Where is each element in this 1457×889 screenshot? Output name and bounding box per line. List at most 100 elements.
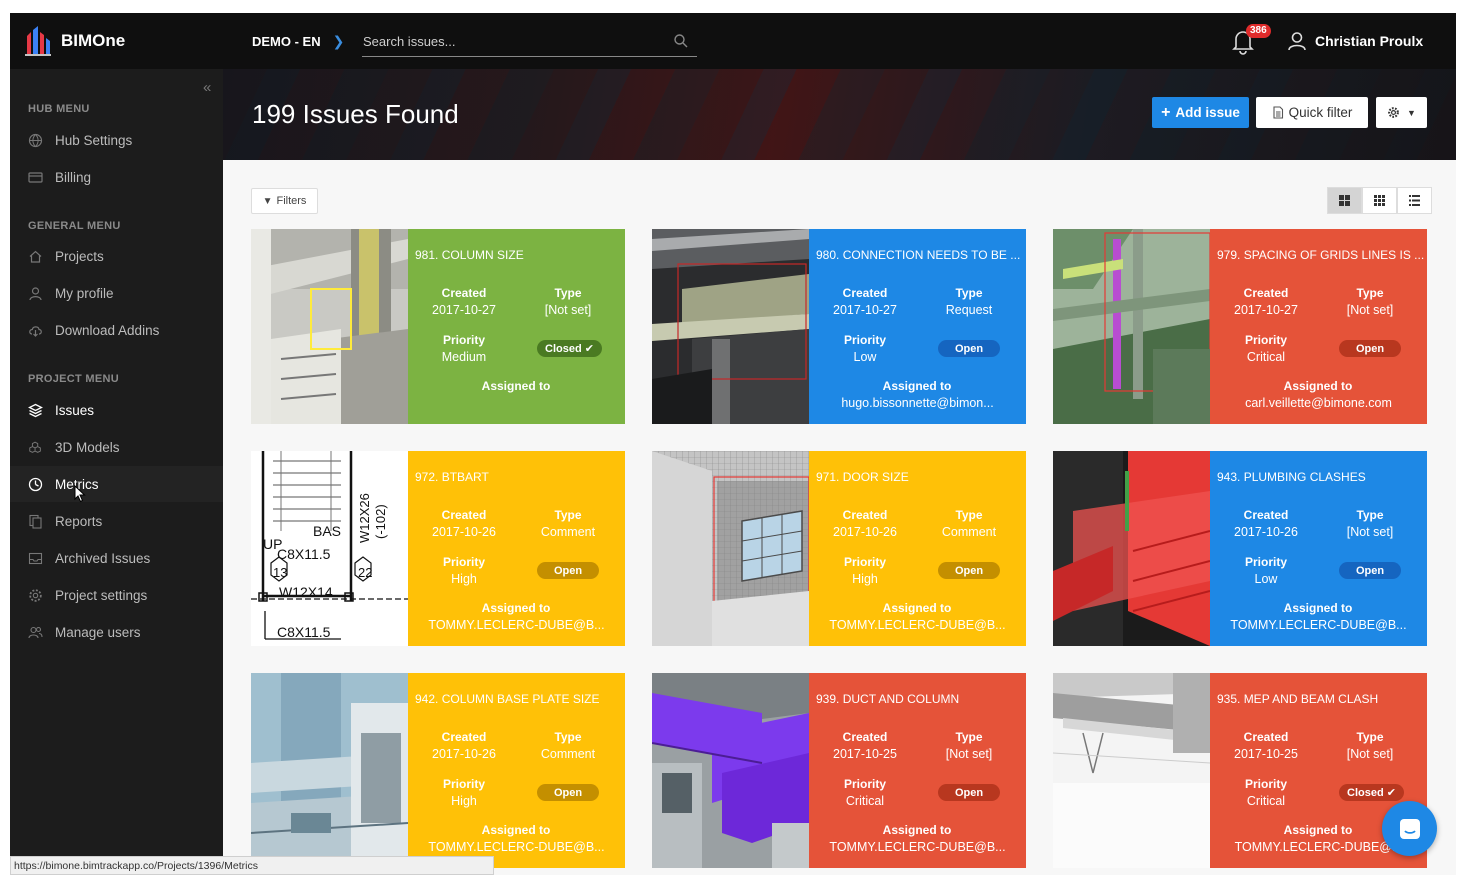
- assigned-label: Assigned to: [1283, 601, 1353, 615]
- search-icon[interactable]: [673, 33, 689, 49]
- chat-icon: [1399, 818, 1420, 839]
- sidebar-item-download-addins[interactable]: Download Addins: [10, 312, 223, 348]
- issue-title: 981. COLUMN SIZE: [415, 248, 524, 262]
- user-name: Christian Proulx: [1315, 33, 1424, 49]
- sidebar-item-reports[interactable]: Reports: [10, 503, 223, 539]
- issue-card[interactable]: 980. CONNECTION NEEDS TO BE ... Created …: [652, 229, 1026, 424]
- status-label: Closed: [1347, 786, 1384, 799]
- sidebar-item-manage-users[interactable]: Manage users: [10, 614, 223, 650]
- priority-label: Priority: [843, 777, 886, 791]
- sidebar-item-metrics[interactable]: Metrics: [10, 466, 223, 502]
- created-date: 2017-10-26: [833, 525, 897, 539]
- issue-thumbnail: [251, 229, 408, 424]
- issue-title: 935. MEP AND BEAM CLASH: [1217, 692, 1379, 706]
- issue-thumbnail: [1053, 451, 1210, 646]
- created-label: Created: [842, 508, 888, 522]
- assigned-label: Assigned to: [882, 379, 952, 393]
- layers-icon: [28, 403, 43, 417]
- issue-thumbnail: BAS UP C8X11.5 13 22 W12X14 C8X11.5 W12X…: [251, 451, 408, 646]
- issue-card[interactable]: 935. MEP AND BEAM CLASH Created 2017-10-…: [1053, 673, 1427, 868]
- status-label: Open: [954, 786, 984, 799]
- add-issue-button[interactable]: + Add issue: [1152, 97, 1249, 128]
- drawing-label: W12X26: [357, 493, 372, 543]
- status-label: Open: [1355, 342, 1385, 355]
- sidebar-item-project-settings[interactable]: Project settings: [10, 577, 223, 613]
- status-label: Open: [1355, 564, 1385, 577]
- sidebar-item-issues[interactable]: Issues: [10, 392, 223, 428]
- issue-type: [Not set]: [1346, 747, 1394, 761]
- assigned-label: Assigned to: [481, 823, 551, 837]
- user-menu[interactable]: Christian Proulx: [1287, 31, 1423, 51]
- assigned-to: hugo.bissonnette@bimon...: [841, 396, 994, 410]
- assigned-to: TOMMY.LECLERC-DUBE@B...: [829, 840, 1006, 854]
- assigned-label: Assigned to: [1283, 379, 1353, 393]
- created-date: 2017-10-26: [1234, 525, 1298, 539]
- filters-button[interactable]: ▼ Filters: [251, 188, 318, 214]
- drawing-label: 13: [273, 565, 287, 580]
- brand[interactable]: BIMOne: [24, 26, 125, 56]
- view-list-button[interactable]: [1397, 187, 1432, 214]
- filter-icon: ▼: [262, 195, 273, 207]
- sidebar-item-my-profile[interactable]: My profile: [10, 275, 223, 311]
- sidebar-item-billing[interactable]: Billing: [10, 159, 223, 195]
- issue-info: 972. BTBART Created 2017-10-26 Type Comm…: [408, 451, 625, 646]
- type-label: Type: [1356, 508, 1384, 522]
- view-small-grid-button[interactable]: [1362, 187, 1397, 214]
- sidebar-item-label: 3D Models: [55, 439, 120, 455]
- type-label: Type: [554, 508, 582, 522]
- issue-card[interactable]: 939. DUCT AND COLUMN Created 2017-10-25 …: [652, 673, 1026, 868]
- sidebar-item-label: Reports: [55, 513, 103, 529]
- sidebar-item-projects[interactable]: Projects: [10, 238, 223, 274]
- sidebar-item-3d-models[interactable]: 3D Models: [10, 429, 223, 465]
- created-date: 2017-10-25: [833, 747, 897, 761]
- issue-card[interactable]: BAS UP C8X11.5 13 22 W12X14 C8X11.5 W12X…: [251, 451, 625, 646]
- home-icon: [29, 250, 42, 263]
- assigned-label: Assigned to: [481, 379, 551, 393]
- status-badge: Closed ✔: [537, 340, 602, 357]
- assigned-label: Assigned to: [1283, 823, 1353, 837]
- status-badge: Open: [938, 784, 1000, 801]
- view-large-grid-button[interactable]: [1327, 187, 1362, 214]
- issue-card[interactable]: 971. DOOR SIZE Created 2017-10-26 Type C…: [652, 451, 1026, 646]
- issue-type: [Not set]: [544, 303, 592, 317]
- small-grid-icon: [1374, 195, 1385, 206]
- sidebar: « HUB MENU Hub Settings Billing GENERAL …: [10, 69, 223, 875]
- type-label: Type: [955, 730, 983, 744]
- issue-type: [Not set]: [945, 747, 993, 761]
- sidebar-item-archived-issues[interactable]: Archived Issues: [10, 540, 223, 576]
- status-badge: Open: [1339, 340, 1401, 357]
- settings-dropdown-button[interactable]: ▼: [1376, 97, 1427, 128]
- sidebar-item-label: Archived Issues: [55, 550, 151, 566]
- filters-label: Filters: [276, 195, 307, 207]
- created-label: Created: [1243, 508, 1289, 522]
- cubes-icon: [29, 441, 41, 453]
- drawing-label: C8X11.5: [277, 546, 331, 562]
- assigned-label: Assigned to: [882, 823, 952, 837]
- issue-type: Comment: [540, 747, 596, 761]
- issue-card[interactable]: 979. SPACING OF GRIDS LINES IS ... Creat…: [1053, 229, 1427, 424]
- collapse-sidebar-icon[interactable]: «: [203, 79, 211, 96]
- issue-priority: Critical: [845, 794, 885, 808]
- issue-title: 943. PLUMBING CLASHES: [1217, 470, 1366, 484]
- issue-title: 980. CONNECTION NEEDS TO BE ...: [816, 248, 1021, 262]
- type-label: Type: [955, 286, 983, 300]
- project-selector[interactable]: DEMO - EN ❯: [252, 33, 344, 50]
- issue-thumbnail: [251, 673, 408, 868]
- sidebar-item-hub-settings[interactable]: Hub Settings: [10, 122, 223, 158]
- notification-badge: 386: [1246, 24, 1271, 38]
- user-icon: [29, 286, 42, 300]
- issue-priority: Low: [853, 350, 877, 364]
- drawing-label: BAS: [313, 523, 341, 539]
- issue-thumbnail: [652, 673, 809, 868]
- search-input[interactable]: [362, 29, 662, 53]
- created-label: Created: [842, 730, 888, 744]
- quick-filter-button[interactable]: Quick filter: [1256, 97, 1368, 128]
- chat-launcher-button[interactable]: [1382, 801, 1437, 856]
- assigned-to: TOMMY.LECLERC-DUBE@B...: [829, 618, 1006, 632]
- issue-title: 971. DOOR SIZE: [816, 470, 909, 484]
- issue-title: 939. DUCT AND COLUMN: [816, 692, 960, 706]
- issue-card[interactable]: 943. PLUMBING CLASHES Created 2017-10-26…: [1053, 451, 1427, 646]
- issue-card[interactable]: 981. COLUMN SIZE Created 2017-10-27 Type…: [251, 229, 625, 424]
- issue-card[interactable]: 942. COLUMN BASE PLATE SIZE Created 2017…: [251, 673, 625, 868]
- created-date: 2017-10-26: [432, 747, 496, 761]
